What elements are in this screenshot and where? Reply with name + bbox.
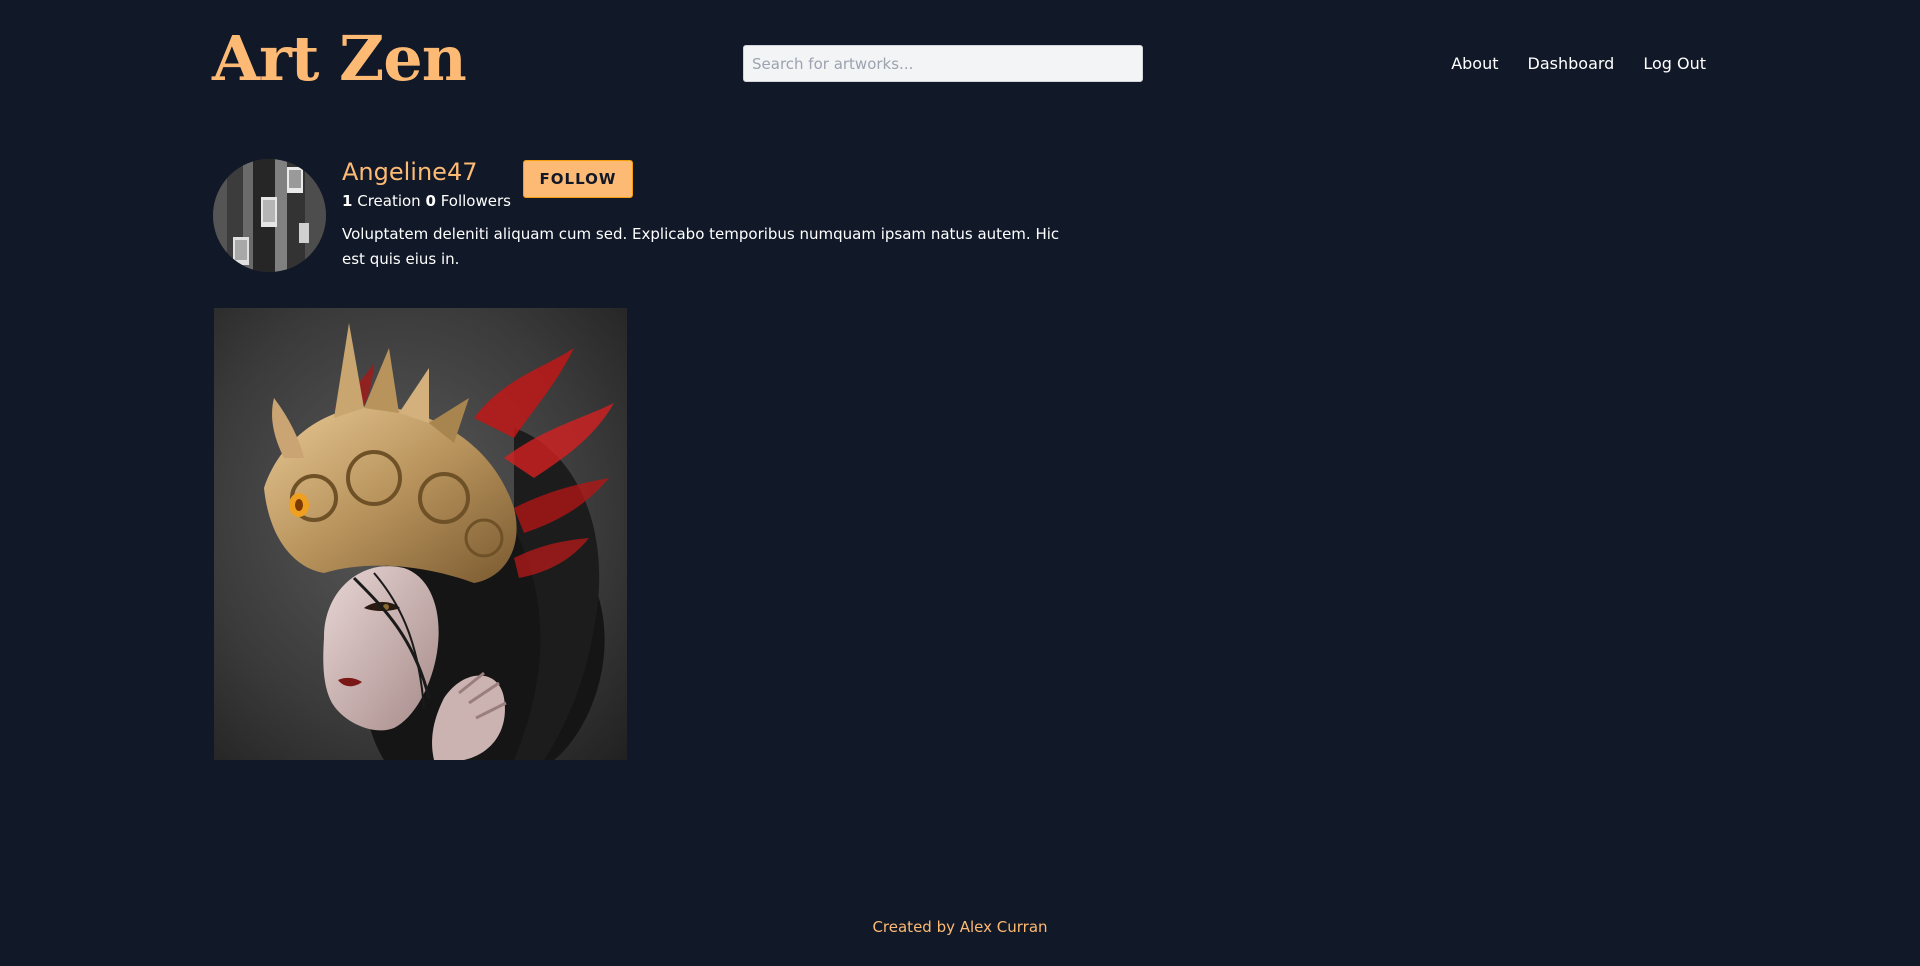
profile-bio: Voluptatem deleniti aliquam cum sed. Exp…: [342, 225, 1060, 268]
followers-label: Followers: [440, 192, 511, 210]
profile-stats: 1 Creation 0 Followers: [342, 190, 511, 212]
logo[interactable]: Art Zen: [212, 24, 467, 94]
profile-username: Angeline47: [342, 158, 478, 186]
nav-dashboard-link[interactable]: Dashboard: [1528, 52, 1615, 76]
nav-logout-link[interactable]: Log Out: [1643, 52, 1706, 76]
footer-credit: Created by Alex Curran: [872, 918, 1048, 936]
main-nav: About Dashboard Log Out: [1451, 52, 1706, 76]
avatar-image: [213, 159, 326, 272]
artwork-card[interactable]: [214, 308, 627, 760]
follow-button[interactable]: FOLLOW: [523, 160, 633, 198]
search-input[interactable]: [743, 45, 1143, 82]
page: Art Zen About Dashboard Log Out Angeline…: [0, 0, 1920, 966]
nav-about-link[interactable]: About: [1451, 52, 1498, 76]
followers-count: 0: [425, 192, 436, 210]
artwork-image: [214, 308, 627, 760]
creations-label: Creation: [357, 192, 421, 210]
creations-count: 1: [342, 192, 353, 210]
avatar: [213, 159, 326, 272]
